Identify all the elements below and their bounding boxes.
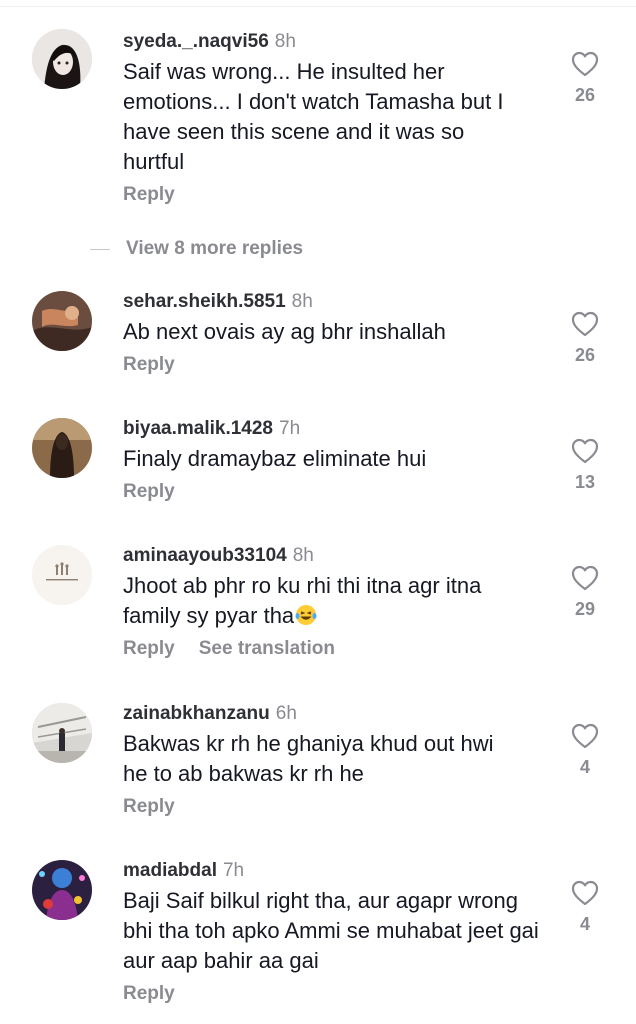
like-count: 29 [574, 599, 596, 619]
reply-button[interactable]: Reply [123, 796, 175, 817]
avatar[interactable] [32, 860, 92, 920]
avatar[interactable] [32, 29, 92, 89]
see-translation-button[interactable]: See translation [199, 638, 335, 659]
like-button[interactable]: 26 [570, 311, 600, 366]
heart-outline-icon [571, 880, 599, 906]
avatar[interactable] [32, 703, 92, 763]
like-button[interactable]: 4 [570, 880, 600, 935]
avatar[interactable] [32, 291, 92, 351]
comment-username[interactable]: syeda._.naqvi56 [123, 31, 269, 52]
like-count: 13 [574, 472, 596, 492]
reply-button[interactable]: Reply [123, 184, 175, 205]
heart-outline-icon [571, 51, 599, 77]
like-count: 26 [574, 345, 596, 365]
reply-button[interactable]: Reply [123, 354, 175, 375]
comment-time: 8h [291, 291, 313, 312]
reply-button[interactable]: Reply [123, 481, 175, 502]
divider [90, 248, 110, 250]
comment-text: Ab next ovais ay ag bhr inshallah [123, 319, 446, 344]
like-button[interactable]: 26 [570, 51, 600, 106]
comment-text: Saif was wrong... He insulted her emotio… [123, 59, 504, 174]
comment-text: Bakwas kr rh he ghaniya khud out hwi he … [123, 731, 494, 786]
comment-username[interactable]: zainabkhanzanu [123, 703, 270, 724]
heart-outline-icon [571, 565, 599, 591]
view-more-replies-label: View 8 more replies [126, 238, 304, 259]
comment-time: 7h [279, 418, 301, 439]
laughing-tears-emoji-icon [295, 605, 317, 625]
comment-username[interactable]: sehar.sheikh.5851 [123, 291, 286, 312]
like-count: 26 [574, 85, 596, 105]
comment-text: Jhoot ab phr ro ku rhi thi itna agr itna… [123, 571, 493, 631]
comment-text: Finaly dramaybaz eliminate hui [123, 446, 427, 471]
comment-username[interactable]: biyaa.malik.1428 [123, 418, 273, 439]
comment-time: 8h [292, 545, 314, 566]
heart-outline-icon [571, 723, 599, 749]
avatar[interactable] [32, 545, 92, 605]
reply-button[interactable]: Reply [123, 638, 175, 659]
reply-button[interactable]: Reply [123, 983, 175, 1004]
comment-time: 8h [274, 31, 296, 52]
heart-outline-icon [571, 438, 599, 464]
comment-time: 7h [222, 860, 245, 881]
avatar[interactable] [32, 418, 92, 478]
comment-text: Baji Saif bilkul right tha, aur agapr wr… [123, 888, 539, 973]
top-divider [0, 6, 636, 7]
like-button[interactable]: 13 [570, 438, 600, 493]
like-button[interactable]: 4 [570, 723, 600, 778]
comment-time: 6h [275, 703, 297, 724]
view-more-replies-button[interactable]: View 8 more replies [90, 236, 303, 262]
like-button[interactable]: 29 [570, 565, 600, 620]
heart-outline-icon [571, 311, 599, 337]
comment-username[interactable]: aminaayoub33104 [123, 545, 287, 566]
like-count: 4 [579, 914, 590, 934]
like-count: 4 [579, 757, 590, 777]
comment-username[interactable]: madiabdal [123, 860, 217, 881]
